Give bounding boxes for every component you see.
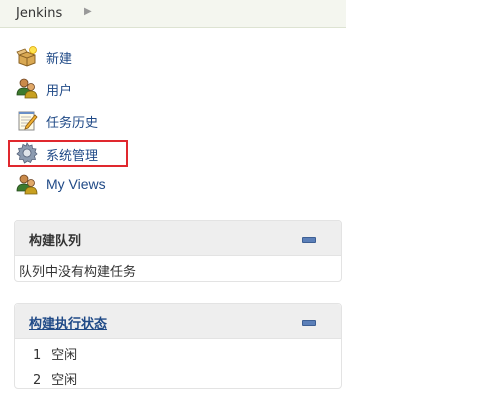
task-label: 用户 [46, 84, 73, 99]
task-new-item[interactable]: 新建 [14, 44, 174, 70]
task-label: My Views [46, 176, 106, 192]
executor-number: 1 [33, 348, 42, 363]
task-users[interactable]: 用户 [14, 76, 174, 102]
collapse-icon[interactable] [302, 320, 316, 326]
collapse-icon[interactable] [302, 237, 316, 243]
executor-status: 空闲 [51, 348, 78, 363]
executor-status-link[interactable]: 构建执行状态 [29, 313, 107, 332]
task-my-views[interactable]: My Views [14, 172, 174, 198]
build-queue-header: 构建队列 [15, 221, 341, 256]
breadcrumb-jenkins[interactable]: Jenkins [16, 6, 62, 21]
executor-status: 空闲 [51, 373, 78, 388]
executor-row: 1 空闲 [33, 344, 77, 363]
chevron-right-icon[interactable]: ▶ [84, 6, 92, 17]
task-label: 新建 [46, 52, 73, 67]
highlight-annotation [8, 140, 128, 167]
breadcrumb: Jenkins ▶ [0, 0, 346, 28]
build-queue-pane: 构建队列 队列中没有构建任务 [14, 220, 342, 280]
executor-number: 2 [33, 373, 42, 388]
task-label: 任务历史 [46, 116, 99, 131]
executor-status-header: 构建执行状态 [15, 304, 341, 339]
build-queue-title: 构建队列 [29, 234, 82, 249]
executor-status-pane: 构建执行状态 1 空闲 2 空闲 [14, 303, 342, 389]
users-icon [16, 174, 38, 195]
users-icon [16, 78, 38, 99]
task-build-history[interactable]: 任务历史 [14, 108, 174, 134]
build-history-icon [18, 111, 38, 131]
new-item-icon [16, 46, 37, 67]
build-queue-empty-text: 队列中没有构建任务 [19, 265, 137, 280]
executor-row: 2 空闲 [33, 369, 77, 388]
